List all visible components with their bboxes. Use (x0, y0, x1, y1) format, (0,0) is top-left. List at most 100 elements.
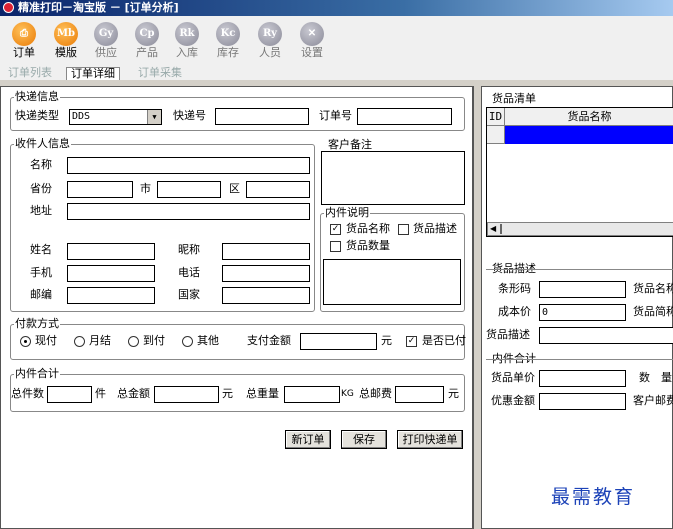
group-caption: 收件人信息 (14, 137, 71, 150)
desc-input[interactable] (539, 327, 673, 344)
customer-note-textarea[interactable] (321, 151, 465, 205)
tab-order-detail[interactable]: 订单详细 (66, 67, 120, 80)
total-count-input[interactable] (47, 386, 92, 403)
total-weight-label: 总重量 (246, 387, 279, 400)
goods-desc-checkbox[interactable] (398, 224, 409, 235)
express-type-label: 快递类型 (15, 109, 59, 122)
pay-option-label: 其他 (197, 334, 219, 347)
horizontal-scrollbar[interactable]: ◀ (487, 222, 673, 236)
save-button[interactable]: 保存 (341, 430, 387, 449)
total-amount-input[interactable] (154, 386, 219, 403)
scroll-thumb[interactable] (500, 224, 502, 234)
qty-label: 数 量 (639, 371, 672, 384)
express-no-input[interactable] (215, 108, 309, 125)
total-amount-label: 总金额 (117, 387, 150, 400)
country-input[interactable] (222, 287, 310, 304)
supply-icon: Gy (94, 22, 118, 46)
discount-input[interactable] (539, 393, 626, 410)
contents-textarea[interactable] (323, 259, 461, 305)
toolbar-label: 供应 (95, 46, 117, 59)
title-bar: 精准打印－淘宝版 － [订单分析] (0, 0, 673, 16)
paid-checkbox[interactable]: ✓ (406, 336, 417, 347)
district-input[interactable] (246, 181, 310, 198)
pay-amount-label: 支付金额 (247, 334, 291, 347)
order-no-input[interactable] (357, 108, 452, 125)
totals-group: 内件合计 总件数 件 总金额 元 总重量 KG 总邮费 元 (10, 368, 465, 412)
barcode-input[interactable] (539, 281, 626, 298)
toolbar-label: 入库 (176, 46, 198, 59)
person-input[interactable] (67, 243, 155, 260)
chevron-down-icon[interactable]: ▼ (147, 110, 161, 124)
city-label: 市 (140, 182, 151, 195)
printer-icon: ⎙ (12, 22, 36, 46)
pay-monthly-radio[interactable] (74, 336, 85, 347)
toolbar-button-template[interactable]: Mb 模版 (46, 18, 86, 59)
goods-grid[interactable]: ID 货品名称 ◀ (486, 107, 673, 237)
toolbar-button-order[interactable]: ⎙ 订单 (4, 18, 44, 59)
grid-col-id[interactable]: ID (487, 108, 505, 126)
total-count-label: 总件数 (11, 387, 44, 400)
nickname-label: 昵称 (178, 243, 200, 256)
mobile-input[interactable] (67, 265, 155, 282)
short-name-label: 货品简称 (633, 305, 673, 318)
nickname-input[interactable] (222, 243, 310, 260)
country-label: 国家 (178, 288, 200, 301)
person-label: 姓名 (30, 243, 52, 256)
tab-order-list[interactable]: 订单列表 (4, 67, 56, 80)
goods-panel: 货品清单 ID 货品名称 ◀ 货品描述 条形码 货品名称 成本价 0 货品简称 … (481, 86, 673, 529)
goods-name-label: 货品名称 (633, 282, 673, 295)
inventory-icon: Kc (216, 22, 240, 46)
total-postage-input[interactable] (395, 386, 444, 403)
receiver-info-group: 收件人信息 名称 省份 市 区 地址 姓名 昵称 手机 电话 邮编 国家 (10, 138, 315, 312)
settings-icon: ✕ (300, 22, 324, 46)
express-type-value: DDS (72, 111, 91, 122)
goods-name-option: 货品名称 (346, 222, 390, 235)
toolbar-label: 产品 (136, 46, 158, 59)
barcode-label: 条形码 (498, 282, 531, 295)
mobile-label: 手机 (30, 266, 52, 279)
goods-desc-option: 货品描述 (413, 222, 457, 235)
pay-now-radio[interactable] (20, 336, 31, 347)
express-type-select[interactable]: DDS ▼ (69, 109, 162, 125)
pay-on-arrival-radio[interactable] (128, 336, 139, 347)
divider (486, 359, 673, 360)
pay-amount-input[interactable] (300, 333, 377, 350)
toolbar-button-inventory[interactable]: Kc 库存 (208, 18, 248, 59)
tab-strip: 订单列表 订单详细 订单采集 (0, 66, 673, 80)
zip-input[interactable] (67, 287, 155, 304)
goods-qty-checkbox[interactable] (330, 241, 341, 252)
grid-col-name[interactable]: 货品名称 (505, 108, 673, 126)
unit-price-input[interactable] (539, 370, 626, 387)
pay-other-radio[interactable] (182, 336, 193, 347)
toolbar-button-settings[interactable]: ✕ 设置 (292, 18, 332, 59)
phone-input[interactable] (222, 265, 310, 282)
print-express-button[interactable]: 打印快递单 (397, 430, 463, 449)
toolbar-button-staff[interactable]: Ry 人员 (250, 18, 290, 59)
selected-row[interactable] (505, 126, 673, 144)
total-postage-label: 总邮费 (359, 387, 392, 400)
city-input[interactable] (157, 181, 221, 198)
goods-name-checkbox[interactable]: ✓ (330, 224, 341, 235)
goods-qty-option: 货品数量 (346, 239, 390, 252)
group-caption: 内件合计 (14, 367, 60, 380)
scroll-left-icon[interactable]: ◀ (490, 223, 496, 235)
toolbar-label: 人员 (259, 46, 281, 59)
toolbar-label: 订单 (13, 46, 35, 59)
receiver-name-input[interactable] (67, 157, 310, 174)
address-input[interactable] (67, 203, 310, 220)
toolbar-button-supply[interactable]: Gy 供应 (86, 18, 126, 59)
cost-input[interactable]: 0 (539, 304, 626, 321)
cost-label: 成本价 (498, 305, 531, 318)
toolbar-button-product[interactable]: Cp 产品 (127, 18, 167, 59)
province-input[interactable] (67, 181, 133, 198)
new-order-button[interactable]: 新订单 (285, 430, 331, 449)
toolbar-label: 模版 (55, 46, 77, 59)
toolbar-label: 设置 (301, 46, 323, 59)
watermark-text: 最需教育 (551, 486, 636, 508)
toolbar-button-stock-in[interactable]: Rk 入库 (167, 18, 207, 59)
paid-label: 是否已付 (422, 334, 466, 347)
pay-option-label: 到付 (143, 334, 165, 347)
row-indicator (487, 126, 505, 144)
total-weight-input[interactable] (284, 386, 340, 403)
tab-order-collect[interactable]: 订单采集 (134, 67, 186, 80)
